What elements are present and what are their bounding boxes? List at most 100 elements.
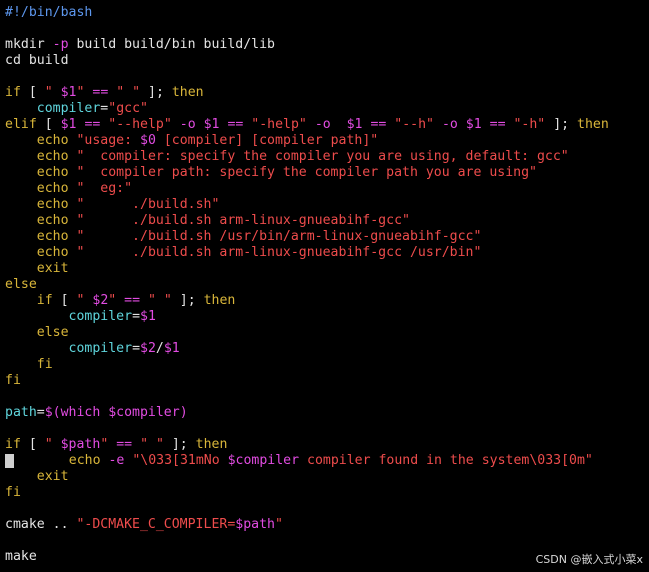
code-token: $(which $compiler) — [44, 405, 188, 420]
code-token: -e — [108, 453, 125, 468]
code-token: " eg:" — [76, 181, 133, 196]
code-token: echo — [36, 213, 69, 228]
code-token: echo — [68, 453, 101, 468]
code-token: ]; — [171, 293, 204, 308]
code-token: $1 — [346, 117, 363, 132]
code-token: cmake .. — [5, 517, 77, 532]
code-token: [ — [52, 293, 77, 308]
code-line: echo " ./build.sh" — [5, 197, 220, 213]
code-token: " — [274, 517, 283, 532]
code-token: == — [92, 85, 109, 100]
code-line: compiler=$2/$1 — [5, 341, 180, 357]
code-token: " — [44, 85, 61, 100]
code-line: exit — [5, 469, 69, 485]
code-token: " ./build.sh arm-linux-gnueabihf-gcc /us… — [76, 245, 482, 260]
code-token: [compiler] [compiler path]" — [155, 133, 379, 148]
code-token: " ./build.sh arm-linux-gnueabihf-gcc" — [76, 213, 410, 228]
code-token: = — [132, 341, 141, 356]
code-line: else — [5, 325, 69, 341]
code-line: echo " compiler: specify the compiler yo… — [5, 149, 569, 165]
code-token: $2 — [92, 293, 109, 308]
code-token: $2 — [140, 341, 156, 356]
code-token: [ — [36, 117, 61, 132]
code-token: fi — [5, 373, 21, 388]
code-token: $1 — [203, 117, 220, 132]
code-line: cmake .. "-DCMAKE_C_COMPILER=$path" — [5, 517, 283, 533]
code-token: " ./build.sh" — [76, 197, 220, 212]
code-token: = — [36, 405, 45, 420]
code-token: exit — [36, 469, 69, 484]
code-line: if [ " $1" == " " ]; then — [5, 85, 204, 101]
code-token: $1 — [60, 117, 77, 132]
code-token: " compiler: specify the compiler you are… — [76, 149, 569, 164]
code-token: "usage: — [76, 133, 141, 148]
code-line: echo " ./build.sh arm-linux-gnueabihf-gc… — [5, 245, 482, 261]
code-line: if [ " $2" == " " ]; then — [5, 293, 236, 309]
code-token: compiler — [36, 101, 101, 116]
code-token: " " — [116, 85, 141, 100]
code-line: compiler="gcc" — [5, 101, 148, 117]
code-line: echo -e "\033[31mNo $compiler compiler f… — [37, 453, 593, 469]
code-token: ]; — [140, 85, 172, 100]
code-token: then — [203, 293, 236, 308]
code-line: make — [5, 549, 37, 565]
code-line: exit — [5, 261, 69, 277]
code-token: else — [5, 277, 37, 292]
code-token: "--h" — [394, 117, 434, 132]
code-token: [ — [20, 437, 45, 452]
code-token: == — [489, 117, 506, 132]
code-token: " compiler path: specify the compiler pa… — [76, 165, 537, 180]
code-token: " " — [140, 437, 164, 452]
code-token: $1 — [465, 117, 482, 132]
code-token: exit — [36, 261, 69, 276]
code-token: echo — [36, 149, 69, 164]
code-token: then — [577, 117, 609, 132]
code-token: make — [5, 549, 37, 564]
code-token: ]; — [163, 437, 196, 452]
code-token: $0 — [140, 133, 156, 148]
code-token: " ./build.sh /usr/bin/arm-linux-gnueabih… — [76, 229, 482, 244]
code-token: #!/bin/bash — [5, 5, 93, 20]
code-token: -o — [179, 117, 196, 132]
code-line: compiler=$1 — [5, 309, 156, 325]
code-line: #!/bin/bash — [5, 5, 92, 21]
code-token: path — [5, 405, 37, 420]
code-token: -o — [441, 117, 458, 132]
code-token: $path — [235, 517, 275, 532]
code-token: fi — [5, 485, 21, 500]
code-token: echo — [36, 245, 69, 260]
code-line: path=$(which $compiler) — [5, 405, 188, 421]
code-line: elif [ $1 == "--help" -o $1 == "-help" -… — [5, 117, 609, 133]
code-token: if — [36, 293, 53, 308]
code-token: "gcc" — [108, 101, 148, 116]
code-token: = — [132, 309, 141, 324]
code-token: $compiler — [227, 453, 300, 468]
code-editor[interactable]: #!/bin/bash mkdir -p build build/bin buil… — [0, 0, 649, 572]
code-token: echo — [36, 181, 69, 196]
code-token: compiler found in the system\033[0m" — [299, 453, 593, 468]
code-token: $1 — [163, 341, 180, 356]
code-token: "\033[31mNo — [132, 453, 228, 468]
code-token: echo — [36, 165, 69, 180]
code-token: if — [5, 437, 21, 452]
code-line: fi — [5, 373, 21, 389]
